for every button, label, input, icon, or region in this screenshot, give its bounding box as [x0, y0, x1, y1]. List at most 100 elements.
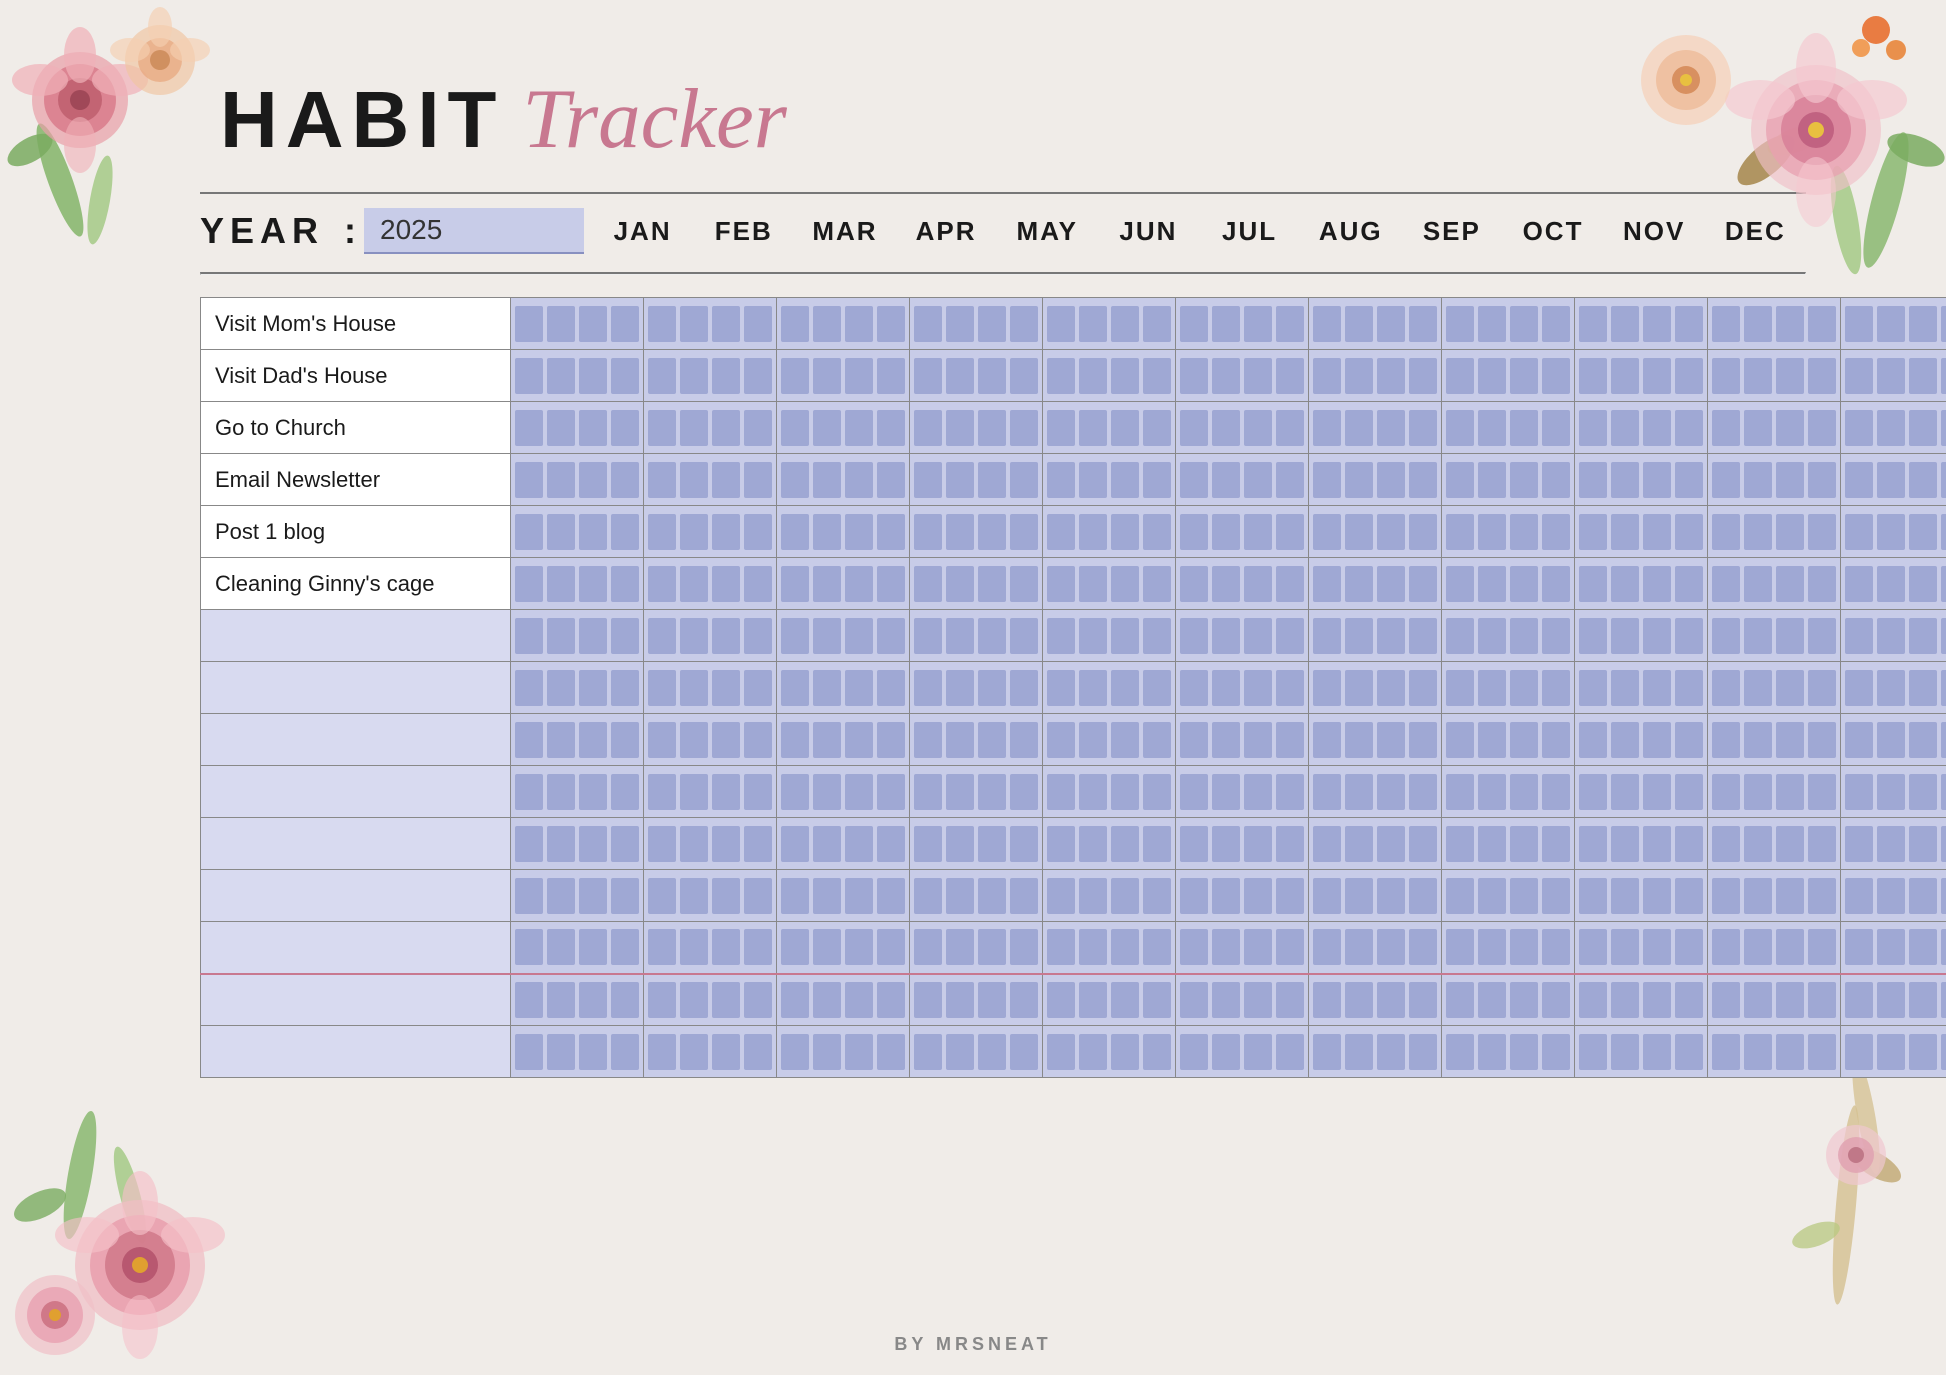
check-box[interactable]	[547, 462, 575, 498]
check-box[interactable]	[515, 878, 543, 914]
check-box[interactable]	[1776, 929, 1804, 965]
check-box[interactable]	[914, 410, 942, 446]
month-cell-may[interactable]	[1043, 714, 1176, 766]
month-cell-jul[interactable]	[1309, 974, 1442, 1026]
check-box[interactable]	[978, 1034, 1006, 1070]
check-box[interactable]	[1611, 774, 1639, 810]
check-box[interactable]	[978, 670, 1006, 706]
check-box[interactable]	[1313, 1034, 1341, 1070]
check-box[interactable]	[845, 722, 873, 758]
check-box[interactable]	[1542, 358, 1570, 394]
check-box[interactable]	[1877, 1034, 1905, 1070]
check-box[interactable]	[744, 1034, 772, 1070]
month-cell-feb[interactable]	[644, 610, 777, 662]
check-box[interactable]	[648, 566, 676, 602]
check-box[interactable]	[1643, 306, 1671, 342]
check-box[interactable]	[1611, 722, 1639, 758]
check-box[interactable]	[1579, 306, 1607, 342]
check-box[interactable]	[1313, 618, 1341, 654]
check-box[interactable]	[648, 670, 676, 706]
check-box[interactable]	[712, 618, 740, 654]
check-box[interactable]	[1643, 722, 1671, 758]
habit-cell[interactable]: Go to Church	[201, 402, 511, 454]
check-box[interactable]	[1478, 929, 1506, 965]
check-box[interactable]	[1510, 1034, 1538, 1070]
check-box[interactable]	[1244, 1034, 1272, 1070]
check-box[interactable]	[914, 306, 942, 342]
month-cell-apr[interactable]	[910, 298, 1043, 350]
check-box[interactable]	[1909, 358, 1937, 394]
check-box[interactable]	[1409, 670, 1437, 706]
check-box[interactable]	[1712, 826, 1740, 862]
check-box[interactable]	[1276, 929, 1304, 965]
check-box[interactable]	[813, 306, 841, 342]
month-cell-jun[interactable]	[1176, 1026, 1309, 1078]
check-box[interactable]	[781, 462, 809, 498]
check-box[interactable]	[1542, 618, 1570, 654]
month-cell-may[interactable]	[1043, 610, 1176, 662]
check-box[interactable]	[1180, 410, 1208, 446]
check-box[interactable]	[1010, 462, 1038, 498]
check-box[interactable]	[1877, 514, 1905, 550]
check-box[interactable]	[1611, 566, 1639, 602]
month-cell-sep[interactable]	[1575, 974, 1708, 1026]
check-box[interactable]	[1180, 982, 1208, 1018]
check-box[interactable]	[1877, 670, 1905, 706]
check-box[interactable]	[1079, 982, 1107, 1018]
month-cell-jun[interactable]	[1176, 558, 1309, 610]
check-box[interactable]	[1510, 306, 1538, 342]
check-box[interactable]	[1276, 410, 1304, 446]
check-box[interactable]	[1744, 618, 1772, 654]
check-box[interactable]	[1409, 878, 1437, 914]
check-box[interactable]	[1143, 1034, 1171, 1070]
check-box[interactable]	[781, 878, 809, 914]
check-box[interactable]	[1345, 826, 1373, 862]
check-box[interactable]	[1111, 618, 1139, 654]
check-box[interactable]	[877, 826, 905, 862]
check-box[interactable]	[1313, 774, 1341, 810]
check-box[interactable]	[1212, 722, 1240, 758]
habit-cell[interactable]: Cleaning Ginny's cage	[201, 558, 511, 610]
check-box[interactable]	[1079, 618, 1107, 654]
check-box[interactable]	[547, 774, 575, 810]
month-cell-may[interactable]	[1043, 402, 1176, 454]
check-box[interactable]	[1446, 774, 1474, 810]
check-box[interactable]	[1212, 826, 1240, 862]
month-cell-nov[interactable]	[1841, 506, 1946, 558]
check-box[interactable]	[1212, 982, 1240, 1018]
month-cell-nov[interactable]	[1841, 298, 1946, 350]
month-cell-jan[interactable]	[511, 402, 644, 454]
check-box[interactable]	[1808, 514, 1836, 550]
month-cell-sep[interactable]	[1575, 506, 1708, 558]
year-input[interactable]	[364, 208, 584, 254]
check-box[interactable]	[1276, 618, 1304, 654]
month-cell-oct[interactable]	[1708, 922, 1841, 974]
check-box[interactable]	[579, 462, 607, 498]
check-box[interactable]	[1478, 722, 1506, 758]
check-box[interactable]	[813, 410, 841, 446]
check-box[interactable]	[845, 462, 873, 498]
check-box[interactable]	[877, 929, 905, 965]
check-box[interactable]	[1643, 826, 1671, 862]
check-box[interactable]	[1446, 826, 1474, 862]
month-cell-feb[interactable]	[644, 974, 777, 1026]
month-cell-jan[interactable]	[511, 350, 644, 402]
check-box[interactable]	[1941, 929, 1946, 965]
check-box[interactable]	[1845, 306, 1873, 342]
check-box[interactable]	[1611, 514, 1639, 550]
month-cell-may[interactable]	[1043, 454, 1176, 506]
check-box[interactable]	[1180, 826, 1208, 862]
month-cell-may[interactable]	[1043, 662, 1176, 714]
check-box[interactable]	[611, 566, 639, 602]
check-box[interactable]	[712, 929, 740, 965]
check-box[interactable]	[781, 306, 809, 342]
check-box[interactable]	[1446, 670, 1474, 706]
check-box[interactable]	[1712, 306, 1740, 342]
check-box[interactable]	[1579, 774, 1607, 810]
check-box[interactable]	[579, 618, 607, 654]
check-box[interactable]	[1180, 929, 1208, 965]
check-box[interactable]	[515, 982, 543, 1018]
check-box[interactable]	[1744, 826, 1772, 862]
check-box[interactable]	[1941, 722, 1946, 758]
check-box[interactable]	[1010, 306, 1038, 342]
